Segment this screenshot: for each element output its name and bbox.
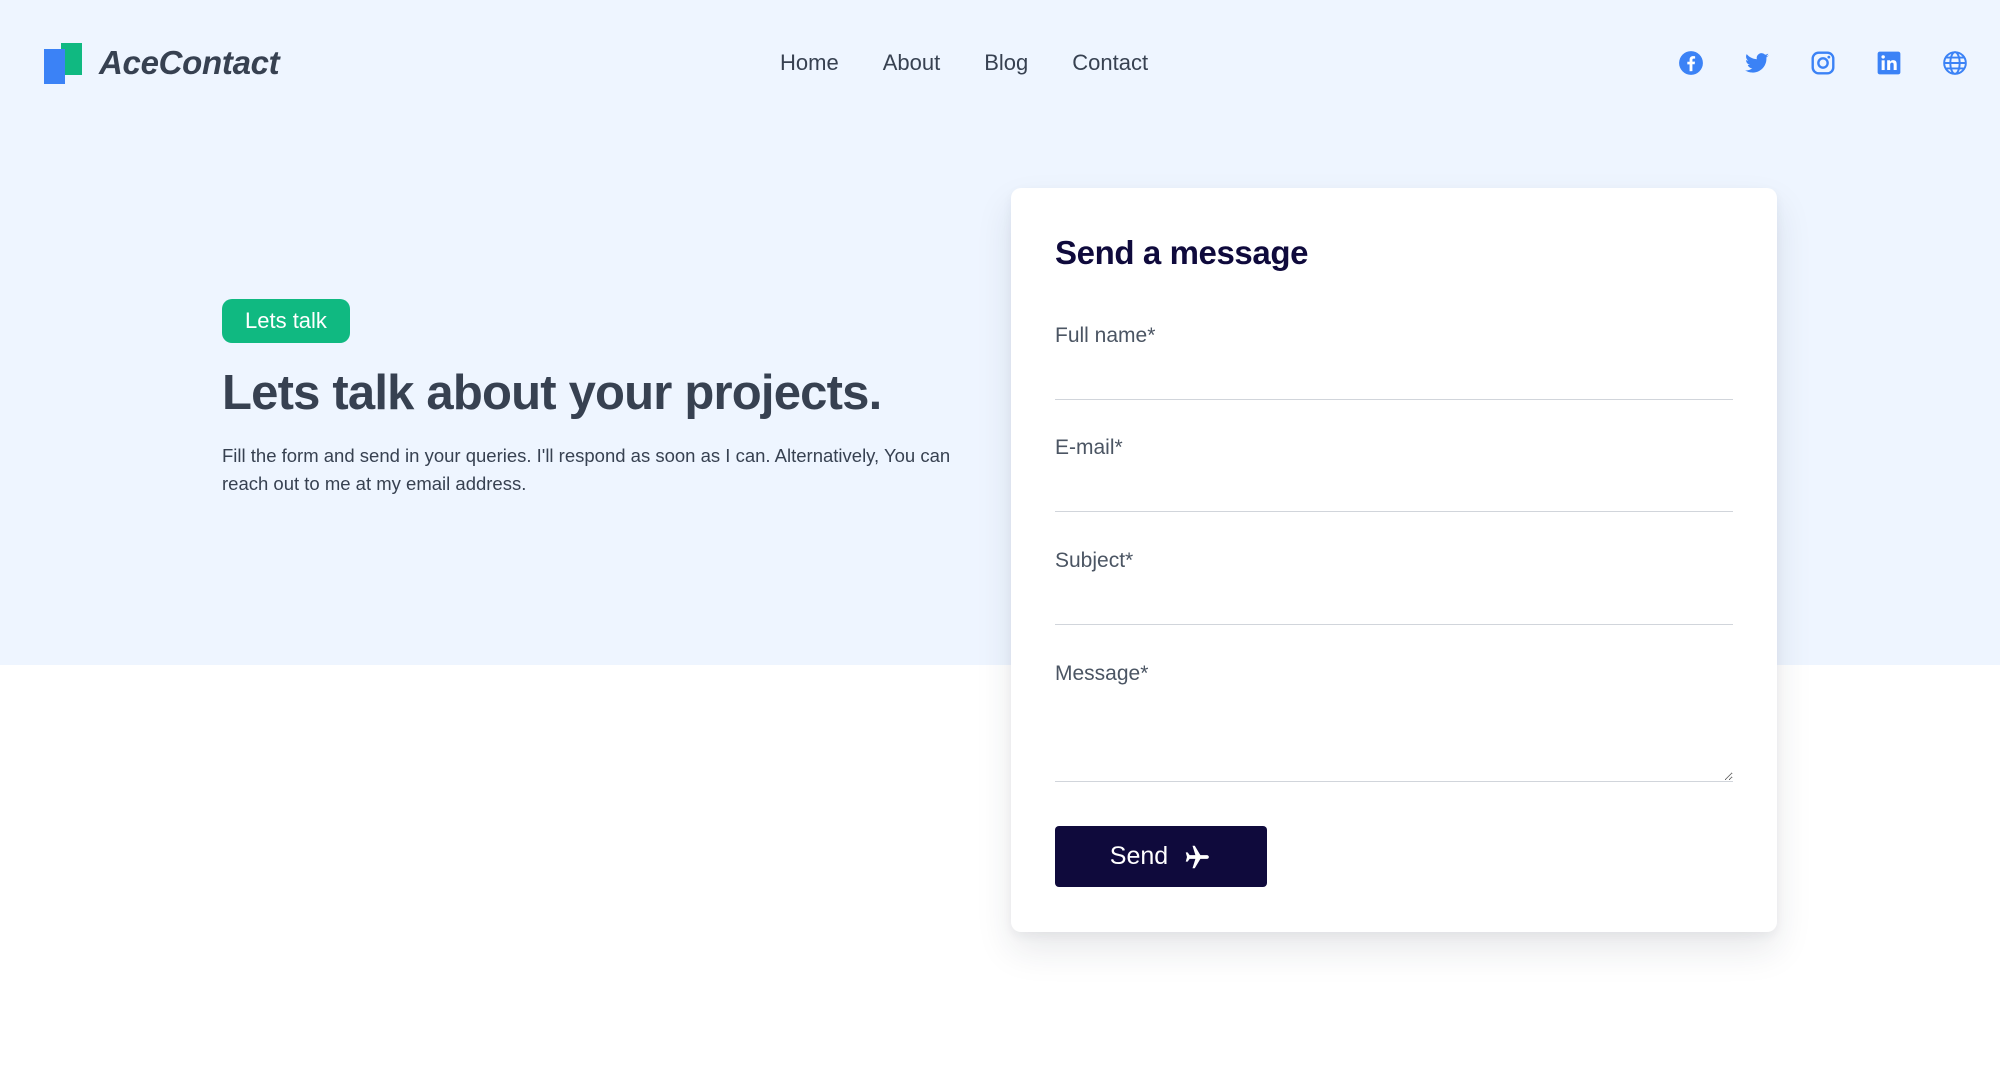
intro-text: Fill the form and send in your queries. … [222,445,951,494]
globe-icon[interactable] [1942,50,1968,76]
subject-label: Subject* [1055,549,1134,572]
nav-link-about[interactable]: About [883,50,941,76]
send-button[interactable]: Send [1055,826,1267,887]
instagram-icon[interactable] [1810,50,1836,76]
email-input[interactable] [1055,470,1733,512]
contact-form-card: Send a message Full name* E-mail* Subjec… [1011,188,1777,932]
logo-mark-icon [44,43,84,84]
email-label: E-mail* [1055,436,1123,459]
nav-link-contact[interactable]: Contact [1072,50,1148,76]
message-label: Message* [1055,662,1149,685]
full-name-input[interactable] [1055,358,1733,400]
facebook-icon[interactable] [1678,50,1704,76]
message-textarea[interactable] [1055,696,1733,782]
email-field: E-mail* [1055,436,1733,512]
linkedin-icon[interactable] [1876,50,1902,76]
full-name-label: Full name* [1055,324,1156,347]
brand-name: AceContact [99,44,280,81]
message-field: Message* [1055,662,1733,782]
subject-input[interactable] [1055,583,1733,625]
nav-link-home[interactable]: Home [780,50,839,76]
twitter-icon[interactable] [1744,50,1770,76]
send-button-label: Send [1109,842,1169,870]
main-nav: Home About Blog Contact [780,50,1192,76]
paper-plane-icon [1182,842,1212,872]
site-header: AceContact Home About Blog Contact [0,0,2000,130]
subject-field: Subject* [1055,549,1733,625]
brand-logo[interactable]: AceContact [44,42,280,84]
full-name-field: Full name* [1055,324,1733,400]
form-title: Send a message [1055,234,1309,271]
logo-mark-blue [44,49,65,84]
page-title: Lets talk about your projects. [222,366,882,420]
social-links [1638,50,1968,76]
section-badge: Lets talk [222,299,350,343]
nav-link-blog[interactable]: Blog [984,50,1028,76]
